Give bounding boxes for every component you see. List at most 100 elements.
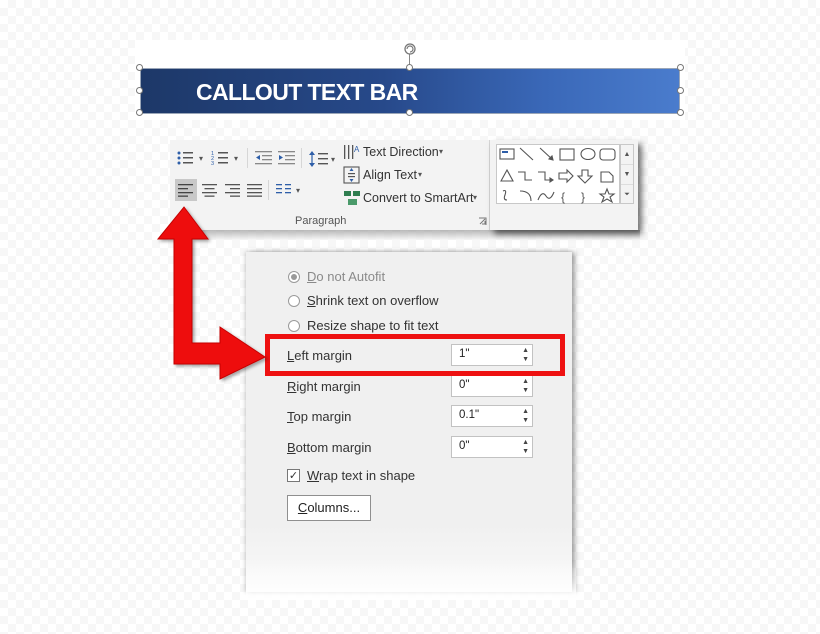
- bottom-margin-label: Bottom margin: [287, 440, 372, 456]
- wrap-text-label: Wrap text in shape: [307, 468, 415, 484]
- top-margin-spinner[interactable]: 0.1" ▲ ▼: [451, 405, 533, 427]
- svg-text:}: }: [581, 190, 585, 204]
- do-not-autofit-label: Do not Autofit: [307, 269, 385, 285]
- paragraph-group-label: Paragraph: [295, 215, 347, 227]
- top-margin-label: Top margin: [287, 409, 351, 425]
- ribbon-separator: [268, 180, 269, 200]
- align-text-button[interactable]: Align Text ▾: [343, 166, 488, 184]
- align-text-dropdown-icon: ▾: [418, 170, 423, 179]
- radio-button[interactable]: [288, 320, 300, 332]
- svg-text:A: A: [354, 145, 360, 154]
- wrap-text-checkbox-row[interactable]: ✓ Wrap text in shape: [287, 468, 487, 486]
- spin-down-icon[interactable]: ▼: [522, 387, 529, 395]
- convert-to-smartart-label: Convert to SmartArt: [363, 191, 474, 205]
- numbering-button[interactable]: 1 2 3: [211, 150, 229, 171]
- rotate-handle-icon[interactable]: [402, 41, 418, 57]
- annotation-arrow-icon: [156, 206, 267, 380]
- radio-shrink-text[interactable]: Shrink text on overflow: [288, 293, 488, 311]
- bottom-margin-spinner[interactable]: 0" ▲ ▼: [451, 436, 533, 458]
- shrink-text-label: Shrink text on overflow: [307, 293, 439, 309]
- shapes-gallery[interactable]: { }: [496, 144, 620, 204]
- spin-up-icon[interactable]: ▲: [522, 439, 529, 447]
- bullets-icon: [177, 151, 193, 165]
- resize-handle-top-right[interactable]: [677, 64, 684, 71]
- numbering-dropdown-icon[interactable]: ▾: [234, 154, 238, 163]
- smartart-icon: [344, 191, 360, 205]
- spin-down-icon[interactable]: ▼: [522, 448, 529, 456]
- svg-text:{: {: [561, 190, 565, 204]
- label-text: rap text in shape: [319, 468, 416, 483]
- access-key: B: [287, 440, 296, 455]
- align-left-button[interactable]: [175, 179, 197, 201]
- justify-button[interactable]: [244, 179, 266, 201]
- resize-handle-top[interactable]: [406, 64, 413, 71]
- svg-text:3: 3: [211, 161, 214, 166]
- gallery-up-icon[interactable]: ▲: [621, 145, 633, 165]
- ribbon-separator: [247, 148, 248, 168]
- label-text: ottom margin: [295, 440, 372, 455]
- left-margin-highlight: [265, 334, 565, 376]
- align-text-label: Align Text: [363, 168, 417, 182]
- text-direction-label: Text Direction: [363, 145, 439, 159]
- resize-shape-label: Resize shape to fit text: [307, 318, 439, 334]
- align-right-button[interactable]: [222, 179, 244, 201]
- right-margin-label: Right margin: [287, 379, 361, 395]
- increase-indent-icon: [278, 151, 295, 165]
- wrap-text-checkbox[interactable]: ✓: [287, 469, 300, 482]
- ribbon-separator: [301, 148, 302, 168]
- bullets-dropdown-icon[interactable]: ▾: [199, 154, 203, 163]
- increase-indent-button[interactable]: [278, 150, 296, 171]
- numbering-icon: 1 2 3: [211, 151, 228, 167]
- columns-button[interactable]: Columns...: [287, 495, 371, 521]
- shapes-gallery-scroll[interactable]: ▲ ▼ ⏷: [620, 144, 634, 204]
- label-text: hrink text on overflow: [315, 293, 439, 308]
- text-direction-button[interactable]: A Text Direction ▾: [343, 143, 488, 161]
- columns-icon: [276, 184, 291, 194]
- label-text: op margin: [293, 409, 352, 424]
- gallery-down-icon[interactable]: ▼: [621, 165, 633, 185]
- smartart-dropdown-icon: ▾: [473, 193, 478, 202]
- spin-up-icon[interactable]: ▲: [522, 408, 529, 416]
- align-left-icon: [178, 184, 193, 197]
- resize-handle-top-left[interactable]: [136, 64, 143, 71]
- resize-handle-bottom-left[interactable]: [136, 109, 143, 116]
- line-spacing-icon: [309, 151, 328, 167]
- access-key: W: [307, 468, 320, 483]
- align-text-icon: [343, 166, 360, 184]
- label-text: olumns...: [307, 500, 361, 515]
- radio-button[interactable]: [288, 295, 300, 307]
- label-text: o not Autofit: [316, 269, 386, 284]
- radio-do-not-autofit[interactable]: Do not Autofit: [288, 269, 488, 287]
- resize-handle-right[interactable]: [677, 87, 684, 94]
- text-direction-icon: A: [344, 145, 360, 159]
- label-text: ight margin: [296, 379, 361, 394]
- panel-fade: [246, 560, 576, 600]
- access-key: D: [307, 269, 317, 284]
- radio-button[interactable]: [288, 271, 300, 283]
- gallery-more-icon[interactable]: ⏷: [621, 185, 633, 204]
- spin-up-icon[interactable]: ▲: [522, 378, 529, 386]
- right-margin-spinner[interactable]: 0" ▲ ▼: [451, 375, 533, 397]
- dialog-launcher-icon[interactable]: [478, 217, 487, 226]
- top-margin-value: 0.1": [459, 409, 480, 421]
- resize-handle-left[interactable]: [136, 87, 143, 94]
- resize-handle-bottom-right[interactable]: [677, 109, 684, 116]
- resize-handle-bottom[interactable]: [406, 109, 413, 116]
- spin-down-icon[interactable]: ▼: [522, 417, 529, 425]
- bullets-button[interactable]: [176, 150, 194, 171]
- decrease-indent-icon: [255, 151, 272, 165]
- access-key: S: [307, 293, 316, 308]
- convert-to-smartart-button[interactable]: Convert to SmartArt ▾: [343, 189, 488, 207]
- access-key: R: [287, 379, 297, 394]
- line-spacing-button[interactable]: [309, 150, 329, 173]
- align-center-icon: [202, 184, 217, 197]
- shapes-icon: { }: [499, 147, 616, 204]
- center-button[interactable]: [199, 179, 221, 201]
- banner-text: CALLOUT TEXT BAR: [196, 79, 418, 105]
- decrease-indent-button[interactable]: [255, 150, 273, 171]
- text-direction-dropdown-icon: ▾: [439, 147, 444, 156]
- justify-icon: [247, 184, 262, 197]
- columns-ribbon-button[interactable]: [276, 183, 292, 202]
- line-spacing-dropdown-icon[interactable]: ▾: [331, 155, 335, 164]
- columns-dropdown-icon[interactable]: ▾: [296, 186, 300, 195]
